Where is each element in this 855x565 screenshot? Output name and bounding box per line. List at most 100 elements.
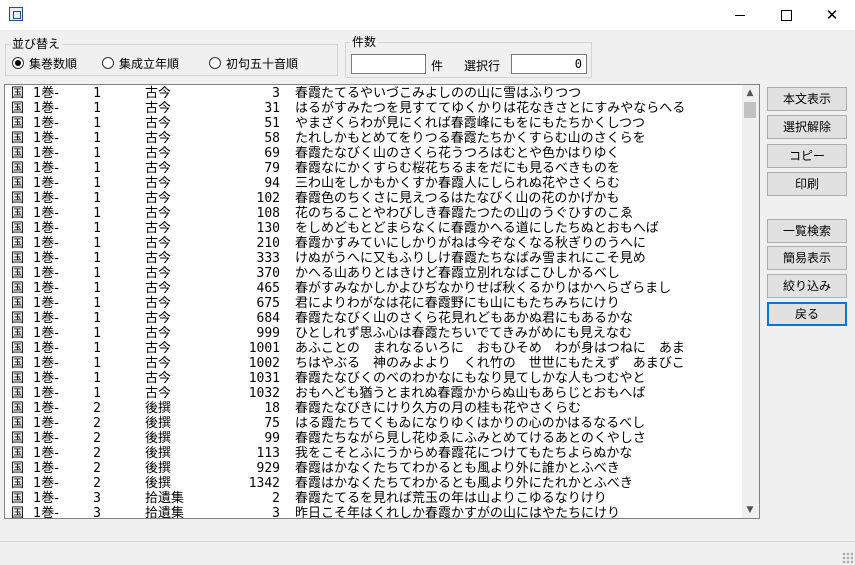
cell-num: 2 (93, 476, 101, 491)
cell-poem: はるがすみたつを見すててゆくかりは花なきさとにすみやならへる (295, 101, 686, 116)
cell-num: 3 (93, 506, 101, 519)
cell-kuni: 国 (11, 311, 25, 326)
cell-coll: 後撰 (145, 476, 172, 491)
list-row[interactable]: 国 1巻- 1 古今 370 かへる山ありとはきけど春霞立別れなばこひしかるべし (5, 266, 743, 281)
cell-no: 1001 (248, 341, 280, 356)
cell-poem: たれしかもとめてをりつる春霞たちかくすらむ山のさくらを (295, 131, 646, 146)
list-row[interactable]: 国 1巻- 2 後撰 113 我をこそとふにうからめ春霞花につけてもたちよらぬかな (5, 446, 743, 461)
list-row[interactable]: 国 1巻- 2 後撰 1342 春霞はかなくたちてわかるとも風より外にたれかとふべき (5, 476, 743, 491)
cell-coll: 古今 (145, 176, 172, 191)
sort-group-label: 並び替え (10, 35, 63, 52)
list-row[interactable]: 国 1巻- 1 古今 675 君によりわがなは花に春霞野にも山にもたちみちにけり (5, 296, 743, 311)
cell-coll: 古今 (145, 251, 172, 266)
cell-kuni: 国 (11, 431, 25, 446)
list-row[interactable]: 国 1巻- 1 古今 31 はるがすみたつを見すててゆくかりは花なきさとにすみやならへる (5, 101, 743, 116)
list-row[interactable]: 国 1巻- 2 後撰 99 春霞たちながら見し花ゆゑにふみとめてけるあとのくやしさ (5, 431, 743, 446)
cell-coll: 拾遺集 (145, 491, 185, 506)
cell-vol: 1巻- (33, 281, 59, 296)
list-row[interactable]: 国 1巻- 1 古今 210 春霞かすみていにしかりがねは今ぞなくなる秋ぎりのうへに (5, 236, 743, 251)
list-row[interactable]: 国 1巻- 1 古今 102 春霞色のちくさに見えつるはたなびく山の花のかげかも (5, 191, 743, 206)
cell-coll: 古今 (145, 236, 172, 251)
cell-coll: 古今 (145, 341, 172, 356)
cell-poem: 春霞色のちくさに見えつるはたなびく山の花のかげかも (295, 191, 620, 206)
list-row[interactable]: 国 1巻- 2 後撰 75 はる霞たちてくもゐになりゆくはかりの心のかはるなるべし (5, 416, 743, 431)
cell-num: 1 (93, 101, 101, 116)
maximize-button[interactable] (763, 0, 809, 30)
scroll-up-icon[interactable]: ▲ (745, 88, 755, 98)
cell-num: 1 (93, 221, 101, 236)
count-unit-label: 件 (431, 59, 444, 73)
scrollbar-thumb[interactable] (744, 102, 756, 118)
cell-poem: 春霞たなびく山のさくら花見れどもあかぬ君にもあるかな (295, 311, 634, 326)
cell-poem: 春霞たなびくのべのわかなにもなり見てしかな人もつむやと (295, 371, 646, 386)
cell-kuni: 国 (11, 386, 25, 401)
cell-coll: 古今 (145, 326, 172, 341)
resize-grip-icon[interactable] (842, 552, 853, 563)
list-row[interactable]: 国 1巻- 1 古今 3 春霞たてるやいづこみよしのの山に雪はふりつつ (5, 86, 743, 101)
cell-vol: 1巻- (33, 146, 59, 161)
cell-no: 31 (264, 101, 280, 116)
sort-radio-kana[interactable]: 初句五十音順 (209, 55, 298, 71)
cell-vol: 1巻- (33, 401, 59, 416)
cell-no: 465 (256, 281, 280, 296)
close-button[interactable]: ✕ (809, 0, 855, 30)
list-row[interactable]: 国 1巻- 1 古今 94 三わ山をしかもかくすか春霞人にしられぬ花やさくらむ (5, 176, 743, 191)
print-button[interactable]: 印刷 (767, 172, 847, 196)
sort-radio-year[interactable]: 集成立年順 (102, 55, 179, 71)
cell-poem: ちはやぶる 神のみよより くれ竹の 世世にもたえず あまびこ (295, 356, 685, 371)
cell-kuni: 国 (11, 266, 25, 281)
cell-poem: けぬがうへに又もふりしけ春霞たちなばみ雪まれにこそ見め (295, 251, 646, 266)
list-row[interactable]: 国 1巻- 1 古今 79 春霞なにかくすらむ桜花ちるまをだにも見るべきものを (5, 161, 743, 176)
deselect-button[interactable]: 選択解除 (767, 115, 847, 139)
cell-vol: 1巻- (33, 416, 59, 431)
cell-coll: 古今 (145, 281, 172, 296)
list-row[interactable]: 国 1巻- 1 古今 333 けぬがうへに又もふりしけ春霞たちなばみ雪まれにこそ見め (5, 251, 743, 266)
list-row[interactable]: 国 1巻- 1 古今 51 やまざくらわが見にくれば春霞峰にもをにもたちかくしつつ (5, 116, 743, 131)
list-search-button[interactable]: 一覧検索 (767, 219, 847, 243)
cell-vol: 1巻- (33, 296, 59, 311)
cell-coll: 古今 (145, 101, 172, 116)
scroll-down-icon[interactable]: ▼ (745, 505, 755, 515)
list-row[interactable]: 国 1巻- 1 古今 130 をしめどもとどまらなくに春霞かへる道にしたちぬとおもへば (5, 221, 743, 236)
list-row[interactable]: 国 1巻- 2 後撰 929 春霞はかなくたちてわかるとも風より外に誰かとふべき (5, 461, 743, 476)
list-row[interactable]: 国 1巻- 1 古今 108 花のちることやわびしき春霞たつたの山のうぐひすのこゑ (5, 206, 743, 221)
list-row[interactable]: 国 1巻- 1 古今 684 春霞たなびく山のさくら花見れどもあかぬ君にもあるかな (5, 311, 743, 326)
sort-radio-volume[interactable]: 集巻数順 (12, 55, 77, 71)
narrow-button[interactable]: 絞り込み (767, 274, 847, 298)
radio-checked-icon (12, 57, 24, 69)
simple-view-button[interactable]: 簡易表示 (767, 246, 847, 270)
cell-num: 1 (93, 146, 101, 161)
cell-kuni: 国 (11, 491, 25, 506)
list-row[interactable]: 国 1巻- 3 拾遺集 3 昨日こそ年はくれしか春霞かすがの山にはやたちにけり (5, 506, 743, 519)
list-row[interactable]: 国 1巻- 1 古今 999 ひとしれず思ふ心は春霞たちいでてきみがめにも見えなむ (5, 326, 743, 341)
show-text-button[interactable]: 本文表示 (767, 87, 847, 111)
cell-vol: 1巻- (33, 326, 59, 341)
list-row[interactable]: 国 1巻- 1 古今 1001 あふことの まれなるいろに おもひそめ わが身はつねに あ… (5, 341, 743, 356)
cell-poem: 春霞はかなくたちてわかるとも風より外にたれかとふべき (295, 476, 633, 491)
cell-num: 1 (93, 161, 101, 176)
list-row[interactable]: 国 1巻- 2 後撰 18 春霞たなびきにけり久方の月の桂も花やさくらむ (5, 401, 743, 416)
cell-num: 1 (93, 191, 101, 206)
list-row[interactable]: 国 1巻- 1 古今 465 春がすみなかしかよひぢなかりせば秋くるかりはかへらざらまし (5, 281, 743, 296)
results-list[interactable]: 国 1巻- 1 古今 3 春霞たてるやいづこみよしのの山に雪はふりつつ国 1巻- 1 古今 31 は… (4, 84, 760, 519)
minimize-button[interactable] (717, 0, 763, 30)
cell-no: 75 (264, 416, 280, 431)
cell-num: 2 (93, 446, 101, 461)
cell-no: 18 (264, 401, 280, 416)
count-field (351, 54, 426, 74)
list-row[interactable]: 国 1巻- 1 古今 1032 おもへども猶うとまれぬ春霞かからぬ山もあらじとおもへば (5, 386, 743, 401)
cell-num: 1 (93, 236, 101, 251)
cell-kuni: 国 (11, 101, 25, 116)
list-row[interactable]: 国 1巻- 1 古今 1002 ちはやぶる 神のみよより くれ竹の 世世にもたえず あまび… (5, 356, 743, 371)
vertical-scrollbar[interactable]: ▲ ▼ (742, 85, 759, 518)
list-row[interactable]: 国 1巻- 1 古今 69 春霞たなびく山のさくら花うつろはむとや色かはりゆく (5, 146, 743, 161)
cell-no: 370 (256, 266, 280, 281)
list-row[interactable]: 国 1巻- 1 古今 58 たれしかもとめてをりつる春霞たちかくすらむ山のさくらを (5, 131, 743, 146)
copy-button[interactable]: コピー (767, 144, 847, 168)
list-row[interactable]: 国 1巻- 1 古今 1031 春霞たなびくのべのわかなにもなり見てしかな人もつむやと (5, 371, 743, 386)
cell-poem: 春霞かすみていにしかりがねは今ぞなくなる秋ぎりのうへに (295, 236, 647, 251)
cell-no: 94 (264, 176, 280, 191)
cell-poem: 君によりわがなは花に春霞野にも山にもたちみちにけり (295, 296, 620, 311)
back-button[interactable]: 戻る (767, 302, 847, 326)
list-row[interactable]: 国 1巻- 3 拾遺集 2 春霞たてるを見れば荒玉の年は山よりこゆるなりけり (5, 491, 743, 506)
